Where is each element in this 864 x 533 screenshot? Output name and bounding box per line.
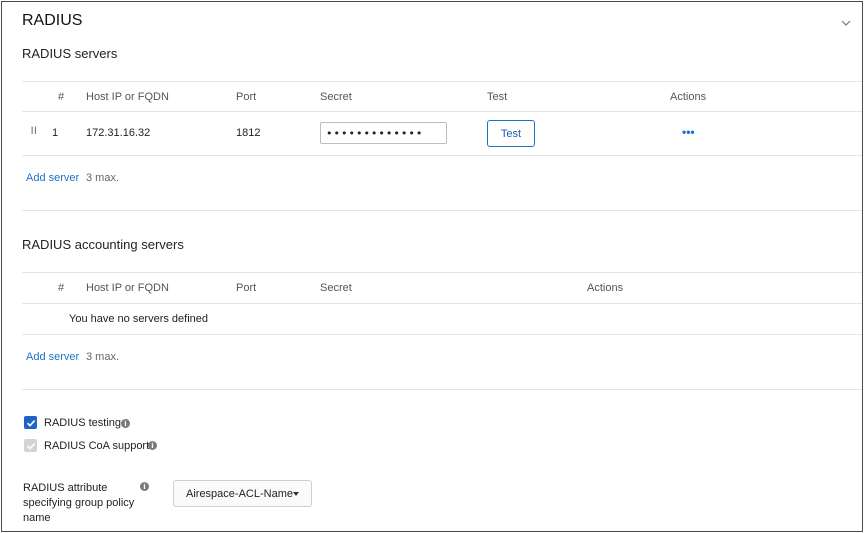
add-server-link[interactable]: Add server xyxy=(26,351,79,363)
info-icon[interactable]: i xyxy=(140,482,149,491)
section-divider xyxy=(22,389,862,390)
col-test-header: Test xyxy=(487,91,508,103)
table-top-divider xyxy=(22,272,862,273)
col-port-header: Port xyxy=(236,282,257,294)
accounting-servers-title: RADIUS accounting servers xyxy=(22,237,184,252)
col-port-header: Port xyxy=(236,91,257,103)
more-horizontal-icon[interactable]: ••• xyxy=(682,125,695,139)
add-server-link[interactable]: Add server xyxy=(26,172,79,184)
section-divider xyxy=(22,210,862,211)
test-button[interactable]: Test xyxy=(487,120,535,147)
group-policy-label-line1: RADIUS attribute xyxy=(23,482,108,494)
row-num: 1 xyxy=(52,127,59,139)
max-note: 3 max. xyxy=(86,351,120,363)
max-note: 3 max. xyxy=(86,172,120,184)
group-policy-select[interactable]: Airespace-ACL-Name xyxy=(173,480,312,507)
row-divider xyxy=(22,334,862,335)
col-num-header: # xyxy=(58,282,65,294)
chevron-down-icon[interactable] xyxy=(841,14,851,32)
radius-testing-label: RADIUS testing xyxy=(44,417,122,429)
empty-state-text: You have no servers defined xyxy=(69,313,209,325)
radius-servers-title: RADIUS servers xyxy=(22,46,118,61)
caret-down-icon xyxy=(293,492,299,496)
row-divider xyxy=(22,155,862,156)
group-policy-label: RADIUS attribute specifying group policy… xyxy=(23,481,134,526)
coa-support-checkbox[interactable] xyxy=(24,439,37,452)
row-host[interactable]: 172.31.16.32 xyxy=(86,127,150,139)
col-host-header: Host IP or FQDN xyxy=(86,282,169,294)
drag-handle-icon[interactable]: ll xyxy=(31,126,37,137)
col-num-header: # xyxy=(58,91,65,103)
header-divider xyxy=(22,303,862,304)
col-secret-header: Secret xyxy=(320,282,352,294)
radius-testing-checkbox[interactable] xyxy=(24,416,37,429)
info-icon[interactable]: i xyxy=(148,441,157,450)
col-host-header: Host IP or FQDN xyxy=(86,91,169,103)
col-secret-header: Secret xyxy=(320,91,352,103)
col-actions-header: Actions xyxy=(670,91,707,103)
section-title: RADIUS xyxy=(22,12,83,29)
group-policy-selected-value: Airespace-ACL-Name xyxy=(186,487,293,500)
table-top-divider xyxy=(22,81,862,82)
col-actions-header: Actions xyxy=(587,282,624,294)
info-icon[interactable]: i xyxy=(121,419,130,428)
group-policy-label-line2: specifying group policy xyxy=(23,497,135,509)
group-policy-label-line3: name xyxy=(23,512,51,524)
secret-input[interactable]: ••••••••••••• xyxy=(320,122,447,144)
row-port[interactable]: 1812 xyxy=(236,127,260,139)
header-divider xyxy=(22,111,862,112)
coa-support-label: RADIUS CoA support xyxy=(44,440,150,452)
